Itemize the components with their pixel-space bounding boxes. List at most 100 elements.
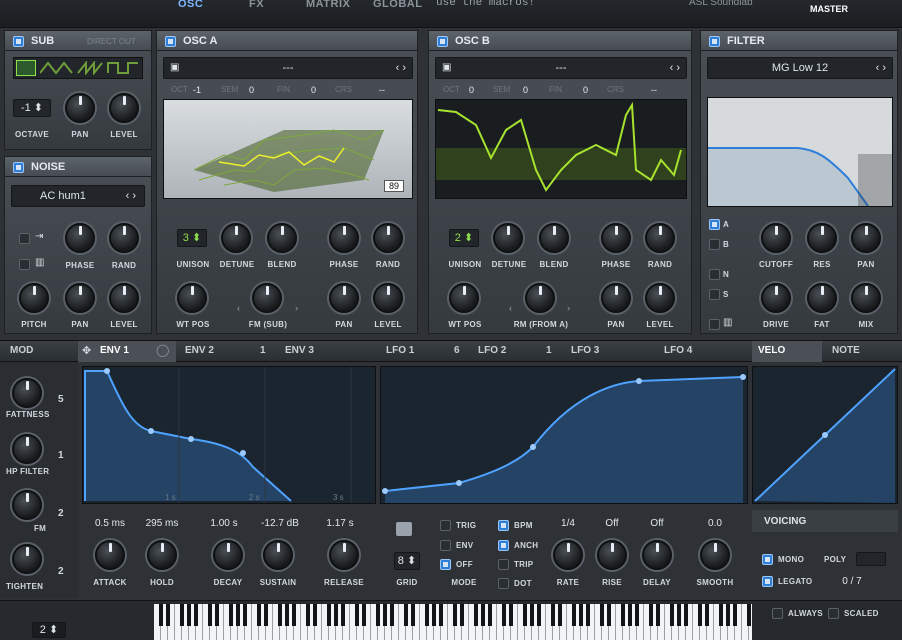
- osc-b-blend-knob[interactable]: [539, 223, 569, 253]
- osc-b-oct-value[interactable]: 0: [469, 85, 474, 95]
- black-key[interactable]: [390, 604, 394, 626]
- save-icon[interactable]: ▣: [170, 58, 179, 78]
- black-key[interactable]: [432, 604, 436, 626]
- tab-matrix[interactable]: MATRIX: [306, 0, 350, 10]
- filter-pan-knob[interactable]: [851, 223, 881, 253]
- osc-b-enable-checkbox[interactable]: [437, 36, 448, 47]
- filter-cutoff-knob[interactable]: [761, 223, 791, 253]
- black-key[interactable]: [215, 604, 219, 626]
- scaled-checkbox[interactable]: [828, 608, 839, 619]
- osc-a-enable-checkbox[interactable]: [165, 36, 176, 47]
- black-key[interactable]: [698, 604, 702, 626]
- noise-enable-checkbox[interactable]: [13, 162, 24, 173]
- black-key[interactable]: [586, 604, 590, 626]
- black-key[interactable]: [187, 604, 191, 626]
- black-key[interactable]: [236, 604, 240, 626]
- black-key[interactable]: [656, 604, 660, 626]
- black-key[interactable]: [460, 604, 464, 626]
- sub-level-knob[interactable]: [109, 93, 139, 123]
- black-key[interactable]: [278, 604, 282, 626]
- rise-knob[interactable]: [597, 540, 627, 570]
- osc-b-wtpos-knob[interactable]: [449, 283, 479, 313]
- loop-icon[interactable]: ◯: [156, 343, 169, 357]
- grid-field[interactable]: 8 ⬍: [394, 552, 420, 570]
- mono-checkbox[interactable]: [762, 554, 773, 565]
- octave-shift-field[interactable]: 2 ⬍: [32, 622, 66, 638]
- osc-b-sem-value[interactable]: 0: [523, 85, 528, 95]
- osc-b-nav-arrows-icon[interactable]: ‹ ›: [670, 58, 680, 78]
- black-key[interactable]: [439, 604, 443, 626]
- osc-b-unison-field[interactable]: 2 ⬍: [449, 229, 479, 247]
- sustain-value[interactable]: -12.7 dB: [248, 518, 312, 529]
- black-key[interactable]: [208, 604, 212, 626]
- black-key[interactable]: [376, 604, 380, 626]
- macro-2-knob[interactable]: [12, 434, 42, 464]
- noise-pan-knob[interactable]: [65, 283, 95, 313]
- black-key[interactable]: [649, 604, 653, 626]
- black-key[interactable]: [523, 604, 527, 626]
- black-key[interactable]: [306, 604, 310, 626]
- osc-b-level-knob[interactable]: [645, 283, 675, 313]
- osc-a-oct-value[interactable]: -1: [193, 85, 201, 95]
- osc-b-phase-knob[interactable]: [601, 223, 631, 253]
- black-key[interactable]: [341, 604, 345, 626]
- noise-level-knob[interactable]: [109, 283, 139, 313]
- filter-route-s-checkbox[interactable]: [709, 289, 720, 300]
- shape-options-icon[interactable]: [40, 61, 140, 75]
- lfo-graph[interactable]: [380, 366, 748, 504]
- black-key[interactable]: [355, 604, 359, 626]
- tab-env1[interactable]: ✥ ENV 1 ◯: [78, 341, 176, 362]
- tab-osc[interactable]: OSC: [178, 0, 203, 10]
- smooth-knob[interactable]: [700, 540, 730, 570]
- filter-keytrack-checkbox[interactable]: [709, 319, 720, 330]
- filter-type-field[interactable]: MG Low 12 ‹ ›: [707, 57, 893, 79]
- noise-retrig-checkbox[interactable]: [19, 259, 30, 270]
- osc-b-wavetable-display[interactable]: [435, 99, 687, 199]
- black-key[interactable]: [747, 604, 751, 626]
- decay-knob[interactable]: [213, 540, 243, 570]
- black-key[interactable]: [453, 604, 457, 626]
- delay-knob[interactable]: [642, 540, 672, 570]
- tab-lfo3[interactable]: LFO 3: [571, 345, 599, 356]
- poly-field[interactable]: [856, 552, 886, 566]
- tab-fx[interactable]: FX: [249, 0, 264, 10]
- drag-move-icon[interactable]: ✥: [82, 344, 91, 357]
- black-key[interactable]: [481, 604, 485, 626]
- rate-knob[interactable]: [553, 540, 583, 570]
- trip-checkbox[interactable]: [498, 559, 509, 570]
- save-icon[interactable]: ▣: [442, 58, 451, 78]
- attack-value[interactable]: 0.5 ms: [82, 518, 138, 529]
- bpm-checkbox[interactable]: [498, 520, 509, 531]
- macro-3-knob[interactable]: [12, 490, 42, 520]
- black-key[interactable]: [719, 604, 723, 626]
- tab-lfo4[interactable]: LFO 4: [664, 345, 692, 356]
- black-key[interactable]: [684, 604, 688, 626]
- black-key[interactable]: [159, 604, 163, 626]
- black-key[interactable]: [705, 604, 709, 626]
- macro-1-label[interactable]: FATTNESS: [6, 410, 76, 419]
- black-key[interactable]: [726, 604, 730, 626]
- attack-knob[interactable]: [95, 540, 125, 570]
- sub-shape-selector[interactable]: [13, 57, 143, 79]
- black-key[interactable]: [502, 604, 506, 626]
- black-key[interactable]: [411, 604, 415, 626]
- fm-mode-next-icon[interactable]: ›: [295, 303, 298, 313]
- env-mode-checkbox[interactable]: [440, 540, 451, 551]
- filter-response-display[interactable]: [707, 97, 893, 207]
- black-key[interactable]: [488, 604, 492, 626]
- black-key[interactable]: [733, 604, 737, 626]
- black-key[interactable]: [257, 604, 261, 626]
- tab-lfo2[interactable]: LFO 2: [478, 345, 506, 356]
- folder-icon[interactable]: [396, 522, 412, 536]
- black-key[interactable]: [327, 604, 331, 626]
- black-key[interactable]: [425, 604, 429, 626]
- sub-enable-checkbox[interactable]: [13, 36, 24, 47]
- black-key[interactable]: [180, 604, 184, 626]
- black-key[interactable]: [264, 604, 268, 626]
- macro-4-knob[interactable]: [12, 544, 42, 574]
- black-key[interactable]: [670, 604, 674, 626]
- hold-knob[interactable]: [147, 540, 177, 570]
- osc-b-wavetable-field[interactable]: ▣ --- ‹ ›: [435, 57, 687, 79]
- black-key[interactable]: [404, 604, 408, 626]
- black-key[interactable]: [166, 604, 170, 626]
